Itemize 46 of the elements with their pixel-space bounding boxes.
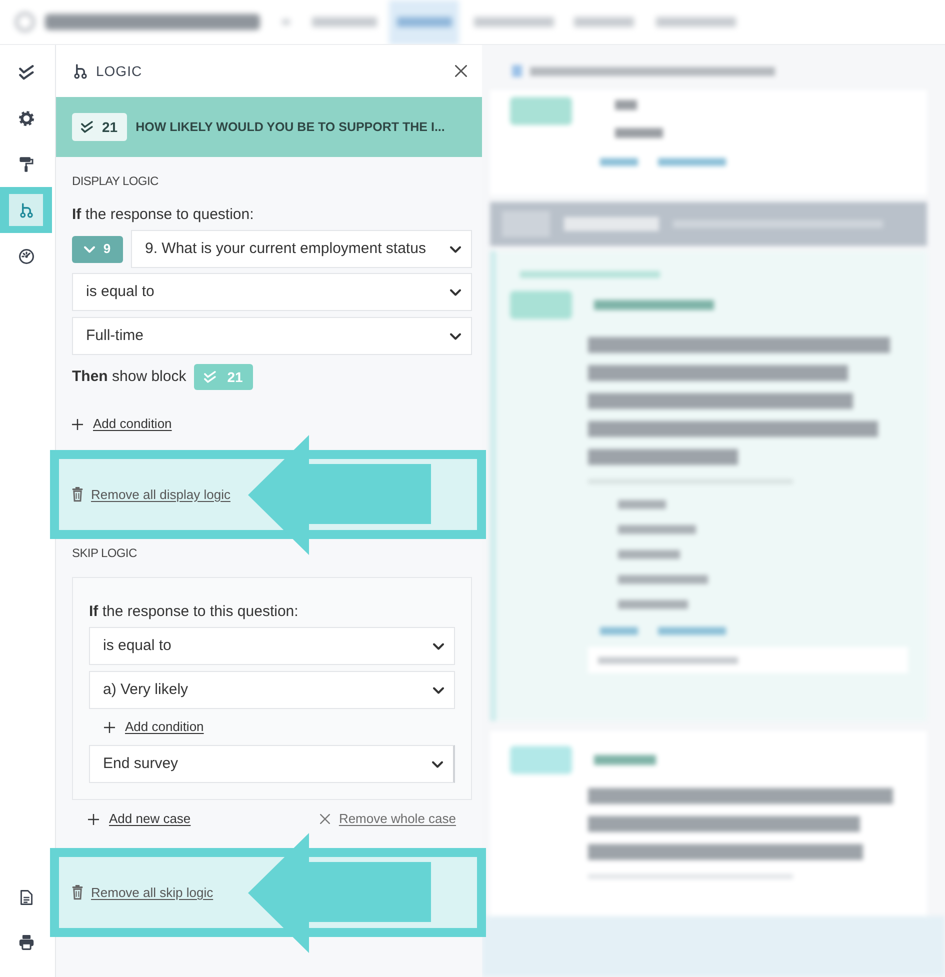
chevron-down-icon [433,642,444,650]
close-button[interactable] [455,65,467,77]
branch-icon [18,202,34,218]
branch-icon [74,64,87,78]
question-select[interactable]: 9. What is your current employment status [131,230,472,268]
plus-icon [88,814,99,824]
condition-label: If the response to this question: [89,602,300,622]
chevron-down-icon [433,686,444,694]
chevron-down-icon [450,246,461,252]
condition-label: If the response to question: [72,205,255,225]
chevron-down-icon [432,760,443,768]
block-title: HOW LIKELY WOULD YOU BE TO SUPPORT THE I... [136,118,445,136]
remove-all-display-logic-link[interactable]: Remove all display logic [72,484,230,504]
gear-icon [18,110,34,126]
printer-icon [18,935,34,950]
operator-select[interactable]: is equal to [72,273,472,311]
block-number: 21 [102,118,118,136]
add-condition-link[interactable]: Add condition [104,718,204,736]
close-icon [455,65,467,77]
close-icon [320,814,330,824]
plus-icon [104,722,115,732]
double-check-icon [18,64,34,80]
panel-title: LOGIC [96,62,142,80]
chevron-down-icon [450,332,461,340]
document-icon [18,890,34,905]
paint-roller-icon [18,156,34,172]
section-heading: DISPLAY LOGIC [72,173,160,189]
add-condition-link[interactable]: Add condition [72,415,172,433]
trash-icon [72,487,83,502]
trash-icon [72,885,83,900]
answer-select[interactable]: Full-time [72,317,472,355]
action-select[interactable]: End survey [89,745,455,783]
remove-all-skip-logic-link[interactable]: Remove all skip logic [72,882,214,902]
remove-whole-case-link[interactable]: Remove whole case [320,810,456,828]
chevron-down-icon [450,288,461,296]
chevron-down-icon [84,246,96,252]
plus-icon [72,418,83,430]
answer-select[interactable]: a) Very likely [89,671,455,709]
section-heading: SKIP LOGIC [72,545,138,561]
gauge-icon [18,248,34,264]
block-number: 21 [227,368,243,386]
double-check-icon [204,371,216,383]
double-check-icon [81,121,93,133]
operator-select[interactable]: is equal to [89,627,455,665]
then-label: Then show block [72,366,186,387]
add-new-case-link[interactable]: Add new case [88,810,191,828]
